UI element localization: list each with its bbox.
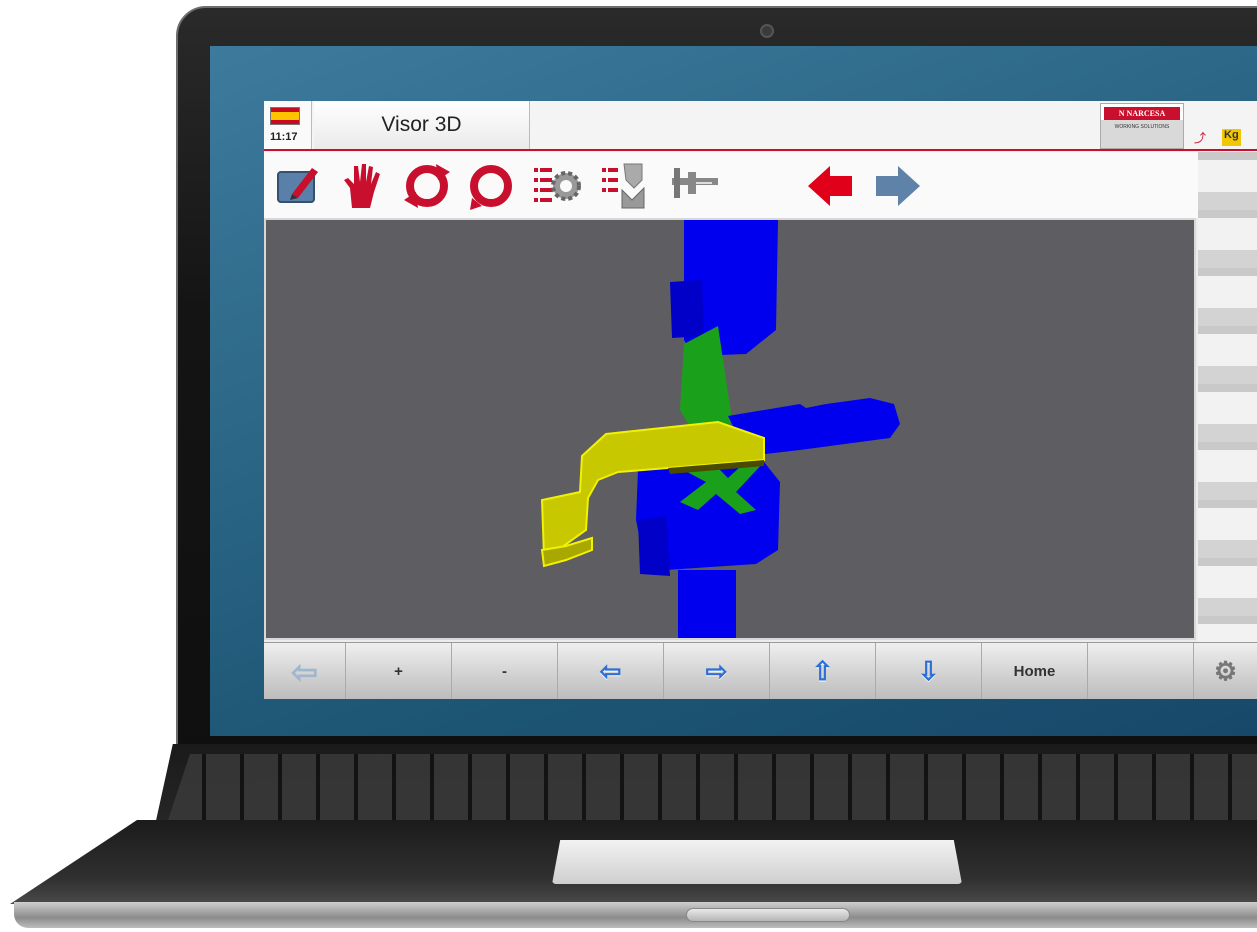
next-arrow-icon <box>876 166 920 206</box>
rotate-ccw-button[interactable] <box>464 160 518 212</box>
toolbar <box>264 152 1198 218</box>
gear-icon: ⚙ <box>1213 656 1238 686</box>
zoom-in-button[interactable]: + <box>346 643 452 699</box>
title-bar: 11:17 Visor 3D N NARCESA WORKING SOLUTIO… <box>264 101 1257 151</box>
trackpad <box>552 840 962 884</box>
app-window: 11:17 Visor 3D N NARCESA WORKING SOLUTIO… <box>264 101 1257 699</box>
home-label: Home <box>1013 663 1056 680</box>
next-button[interactable] <box>870 160 924 212</box>
zoom-out-label: - <box>502 663 507 680</box>
language-selector[interactable]: 11:17 <box>264 101 312 149</box>
previous-button[interactable] <box>804 160 858 212</box>
caliper-icon <box>672 168 718 198</box>
webcam <box>760 24 774 38</box>
spain-flag-icon[interactable] <box>270 107 300 125</box>
brand-name: N NARCESA <box>1104 107 1180 120</box>
clock: 11:17 <box>270 131 298 143</box>
home-view-button[interactable]: Home <box>982 643 1088 699</box>
rotate-ccw-icon <box>470 165 512 210</box>
hand-icon <box>344 164 380 208</box>
settings-list-icon <box>534 168 581 202</box>
arrow-down-icon: ⇩ <box>917 656 940 686</box>
rotate-cw-icon <box>404 164 450 208</box>
side-panel[interactable] <box>1198 152 1257 692</box>
arrow-left-icon: ⇦ <box>599 656 622 686</box>
lid-notch <box>686 908 850 922</box>
pan-button[interactable] <box>336 160 390 212</box>
bend-check-button[interactable] <box>598 160 652 212</box>
chart-icon[interactable]: ⤴ <box>1194 129 1206 146</box>
arrow-up-icon: ⇧ <box>811 656 834 686</box>
pan-right-button[interactable]: ⇨ <box>664 643 770 699</box>
pan-left-button[interactable]: ⇦ <box>558 643 664 699</box>
measure-button[interactable] <box>666 160 720 212</box>
3d-viewport[interactable] <box>264 218 1196 640</box>
arrow-right-icon: ⇨ <box>705 656 728 686</box>
back-button[interactable]: ⇦ <box>264 643 346 699</box>
prev-arrow-icon <box>808 166 852 206</box>
keyboard <box>168 754 1257 820</box>
edit-icon <box>277 168 318 203</box>
back-arrow-icon: ⇦ <box>291 653 318 690</box>
status-icons: ⤴ Kg <box>1194 129 1241 146</box>
upper-clamp <box>670 280 704 338</box>
die-clamp <box>638 516 670 576</box>
settings-button[interactable]: ⚙ <box>1194 643 1257 699</box>
page-title: Visor 3D <box>314 101 530 149</box>
base-edge <box>14 902 1257 928</box>
edit-button[interactable] <box>272 160 326 212</box>
rotate-cw-button[interactable] <box>400 160 454 212</box>
lower-beam <box>678 570 736 638</box>
zoom-out-button[interactable]: - <box>452 643 558 699</box>
brand-logo: N NARCESA WORKING SOLUTIONS <box>1100 103 1184 149</box>
pan-up-button[interactable]: ⇧ <box>770 643 876 699</box>
tool-settings-button[interactable] <box>530 160 584 212</box>
kg-icon[interactable]: Kg <box>1222 129 1241 146</box>
brand-tagline: WORKING SOLUTIONS <box>1114 124 1170 130</box>
bend-check-icon <box>602 163 645 209</box>
empty-nav-button[interactable] <box>1088 643 1194 699</box>
press-brake-model <box>540 220 900 638</box>
navigation-bar: ⇦ + - ⇦ ⇨ ⇧ ⇩ Home ⚙ <box>264 642 1257 699</box>
laptop-base <box>0 740 1257 932</box>
pan-down-button[interactable]: ⇩ <box>876 643 982 699</box>
zoom-in-label: + <box>394 663 403 680</box>
